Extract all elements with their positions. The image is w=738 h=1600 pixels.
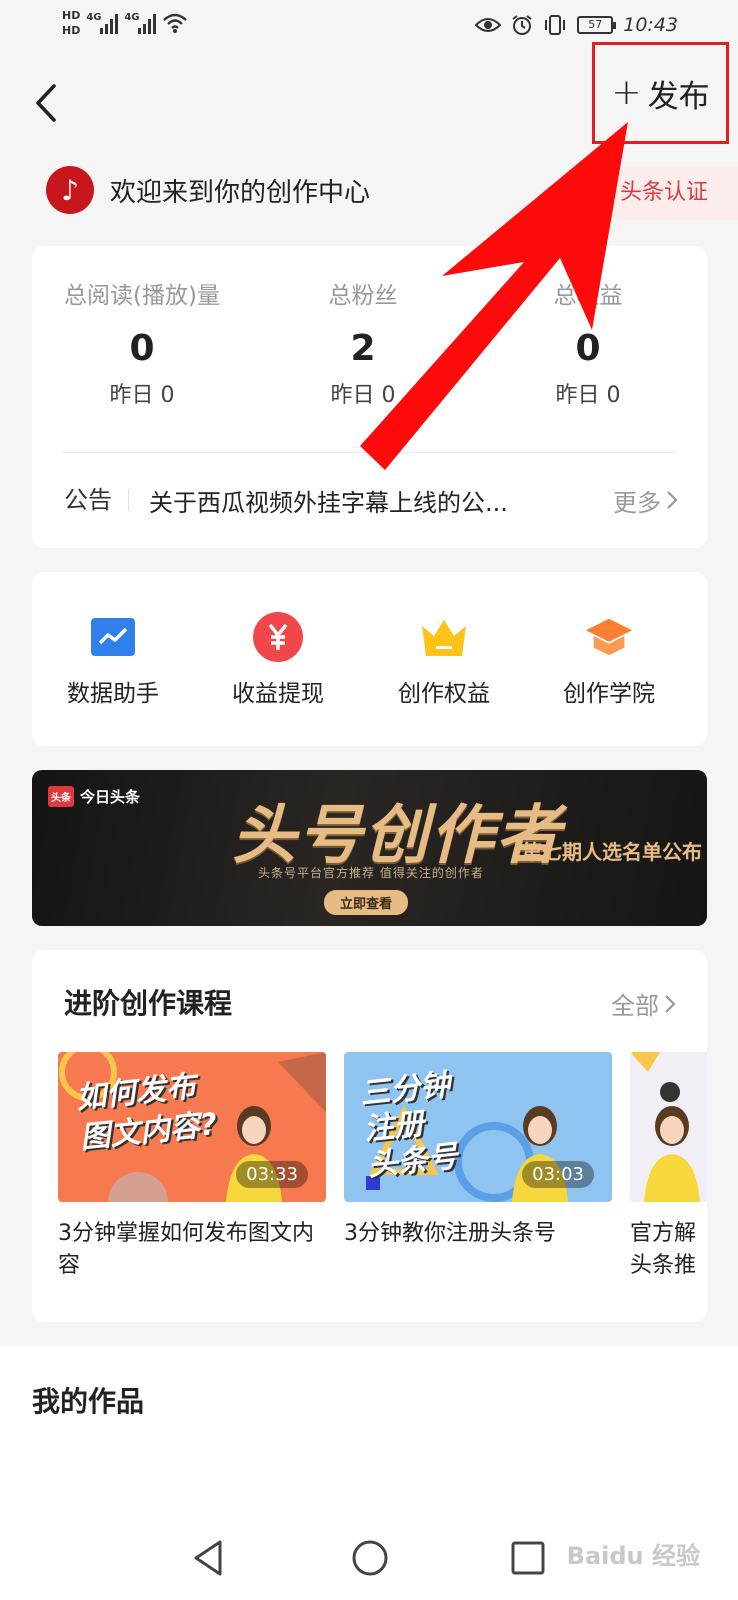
tools-card: 数据助手 收益提现 创作权益 创作学院 [32, 572, 707, 746]
tool-label: 数据助手 [67, 681, 159, 707]
courses-title: 进阶创作课程 [64, 987, 233, 1020]
alarm-icon [512, 15, 532, 35]
banner-brand-text: 今日头条 [80, 788, 141, 806]
course-name[interactable]: 3分钟掌握如何发布图文内容 [58, 1218, 326, 1282]
stat-yesterday: 昨日 0 [109, 383, 175, 408]
course-name[interactable]: 3分钟教你注册头条号 [344, 1218, 612, 1250]
signal-icon-2: 4G [124, 12, 157, 34]
banner-subtitle: 头条号平台官方推荐 值得关注的创作者 [258, 866, 484, 880]
course-thumbnail[interactable]: 如何发布 图文内容? 03:33 [58, 1052, 326, 1202]
battery-icon: 57 [577, 16, 617, 34]
hd2-text: HD [62, 24, 81, 37]
presenter-image [644, 1106, 700, 1202]
network-type-2: 4G [124, 12, 140, 23]
status-left: HD HD 4G 4G [62, 8, 188, 38]
courses-all-label: 全部 [611, 992, 659, 1020]
duration-badge: 03:33 [236, 1161, 308, 1188]
banner-right-text: 第七期人选名单公布 [522, 840, 702, 864]
status-right: 57 10:43 [475, 14, 678, 36]
banner-view-button[interactable]: 立即查看 [324, 890, 409, 915]
system-nav-bar: Baidu 经验 [0, 1516, 738, 1600]
course-item[interactable]: 如何发布 图文内容? 03:33 3分钟掌握如何发布图文内容 [58, 1052, 326, 1282]
chart-icon [88, 612, 138, 662]
banner-brand: 头条 今日头条 [48, 786, 140, 807]
chevron-right-icon [667, 491, 678, 509]
course-item[interactable]: 三分钟 注册 头条号 03:03 3分钟教你注册头条号 [344, 1052, 612, 1250]
toutiao-logo-icon: 头条 [48, 786, 74, 807]
stat-yesterday: 昨日 0 [330, 383, 396, 408]
thumbnail-title: 三分钟 注册 头条号 [358, 1067, 460, 1184]
course-item[interactable]: 官方解 头条推 [630, 1052, 707, 1282]
banner-title: 头号创作者 [232, 798, 562, 873]
course-thumbnail[interactable]: 三分钟 注册 头条号 03:03 [344, 1052, 612, 1202]
vibrate-icon [545, 15, 566, 35]
eye-icon [475, 18, 502, 32]
stat-label: 总阅读(播放)量 [64, 283, 220, 309]
notice-tag: 公告 [64, 488, 129, 512]
tool-income-withdraw[interactable]: 收益提现 [203, 612, 353, 708]
nav-recents-icon[interactable] [506, 1536, 550, 1580]
avatar[interactable]: ♪ [46, 166, 94, 214]
duration-badge: 03:03 [522, 1161, 594, 1188]
stat-total-income[interactable]: 总收益 0 昨日 0 [488, 276, 688, 409]
network-type-1: 4G [86, 12, 102, 23]
promo-banner[interactable]: 头条 今日头条 头号创作者 头条号平台官方推荐 值得关注的创作者 立即查看 第七… [32, 770, 707, 926]
stat-value: 0 [129, 328, 155, 369]
welcome-text: 欢迎来到你的创作中心 [110, 178, 371, 208]
stat-label: 总收益 [553, 283, 623, 309]
publish-button[interactable]: + 发布 [592, 42, 729, 144]
tool-label: 创作权益 [398, 681, 490, 707]
tool-label: 创作学院 [563, 681, 655, 707]
my-works-section: 我的作品 [0, 1346, 738, 1516]
certification-button[interactable]: 头条认证 [598, 166, 738, 220]
back-icon[interactable] [28, 80, 68, 126]
crown-icon [419, 612, 469, 662]
notice-row[interactable]: 公告 关于西瓜视频外挂字幕上线的公... 更多 [64, 480, 679, 520]
stat-yesterday: 昨日 0 [555, 383, 621, 408]
notice-text[interactable]: 关于西瓜视频外挂字幕上线的公... [149, 483, 613, 518]
welcome-row: ♪ 欢迎来到你的创作中心 头条认证 [0, 160, 738, 226]
stat-total-reads[interactable]: 总阅读(播放)量 0 昨日 0 [42, 276, 242, 409]
notice-more-button[interactable]: 更多 [613, 483, 679, 518]
tool-creator-rights[interactable]: 创作权益 [369, 612, 519, 708]
stats-card: 总阅读(播放)量 0 昨日 0 总粉丝 2 昨日 0 总收益 0 昨日 0 公告… [32, 246, 707, 548]
tool-label: 收益提现 [232, 681, 324, 707]
graduation-cap-icon [584, 612, 634, 662]
yuan-icon [253, 612, 303, 662]
stat-value: 0 [575, 328, 601, 369]
battery-level: 57 [588, 18, 603, 31]
hd-indicator: HD HD [62, 8, 80, 38]
stat-total-fans[interactable]: 总粉丝 2 昨日 0 [263, 276, 463, 409]
course-thumbnail[interactable] [630, 1052, 707, 1202]
courses-card: 进阶创作课程 全部 如何发布 图文内容? 03:33 3分钟掌握如何发布图文内容 [32, 950, 707, 1322]
courses-all-button[interactable]: 全部 [611, 986, 677, 1021]
signal-icon: 4G [86, 12, 119, 34]
thumbnail-title: 如何发布 图文内容? [74, 1068, 219, 1156]
notice-more-label: 更多 [613, 488, 661, 517]
publish-label: 发布 [647, 78, 710, 115]
avatar-glyph: ♪ [61, 173, 79, 207]
hd1-text: HD [62, 9, 81, 22]
plus-icon: + [611, 72, 642, 113]
my-works-title: 我的作品 [32, 1385, 145, 1418]
clock-text: 10:43 [623, 14, 678, 36]
stat-value: 2 [350, 328, 376, 369]
course-name[interactable]: 官方解 头条推 [630, 1218, 707, 1282]
watermark: Baidu 经验 [566, 1542, 700, 1570]
stat-label: 总粉丝 [328, 283, 398, 309]
wifi-icon [163, 13, 188, 33]
tool-data-assistant[interactable]: 数据助手 [38, 612, 188, 708]
chevron-right-icon [665, 994, 676, 1013]
divider [62, 452, 677, 453]
nav-home-icon[interactable] [348, 1536, 392, 1580]
tool-creator-academy[interactable]: 创作学院 [534, 612, 684, 708]
nav-back-icon[interactable] [188, 1536, 232, 1580]
